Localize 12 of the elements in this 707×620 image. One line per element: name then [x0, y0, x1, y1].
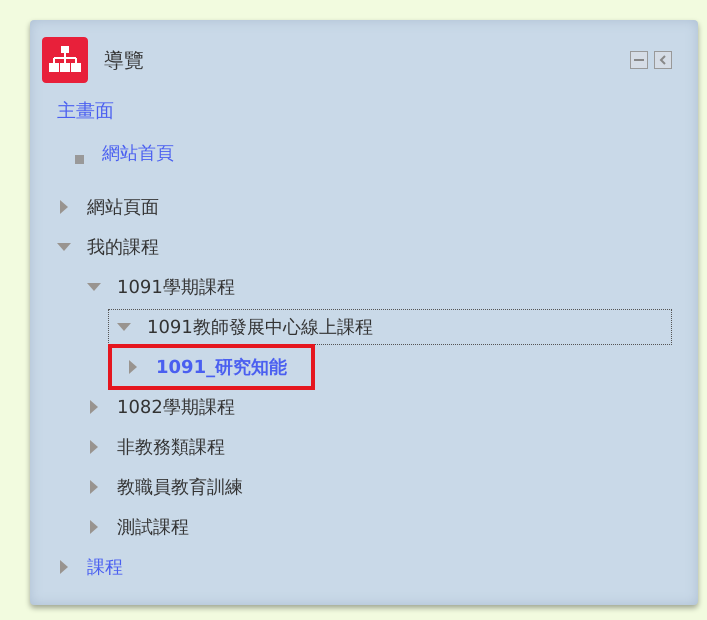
- tree-item[interactable]: 非教務類課程: [117, 435, 225, 459]
- minimize-icon[interactable]: [630, 51, 648, 69]
- tree-item[interactable]: 測試課程: [117, 515, 189, 539]
- block-title: 導覽: [104, 46, 144, 74]
- sitemap-icon: [42, 37, 88, 83]
- tree-item[interactable]: 我的課程: [87, 235, 159, 259]
- tree-item[interactable]: 1091學期課程: [117, 275, 235, 299]
- bullet-icon: [75, 154, 84, 164]
- tree-item[interactable]: 教職員教育訓練: [117, 475, 243, 499]
- tree-item[interactable]: 網站頁面: [87, 195, 159, 219]
- tree-item[interactable]: 1082學期課程: [117, 395, 235, 419]
- dock-icon[interactable]: [654, 51, 672, 69]
